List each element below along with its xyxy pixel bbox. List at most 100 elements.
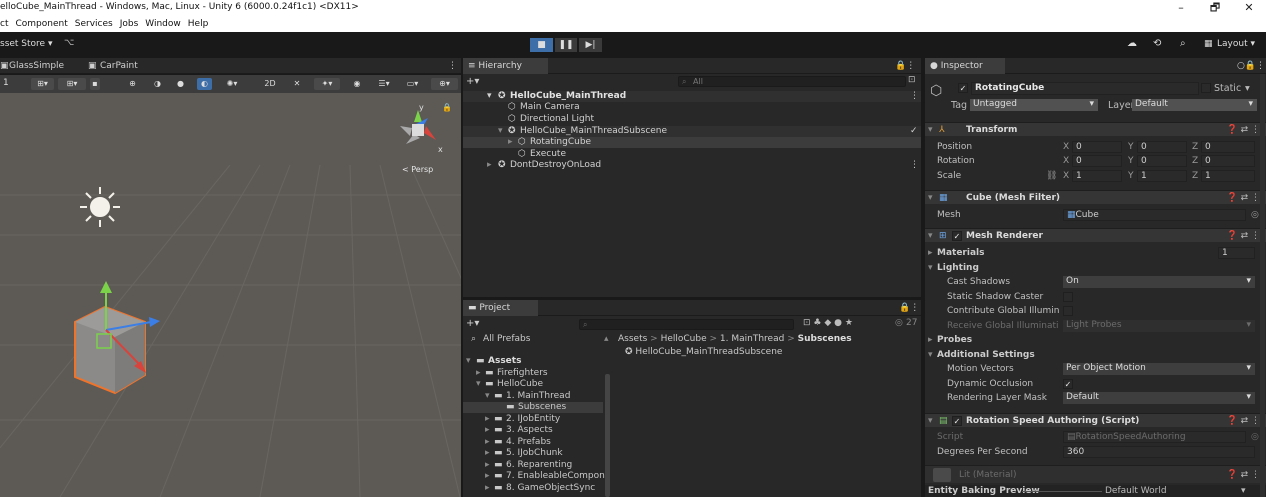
mesh-filter-header[interactable]: ▾ ▦ Cube (Mesh Filter) ❓ ⇄ ⋮ xyxy=(925,190,1266,204)
position-x-field[interactable]: 0 xyxy=(1072,141,1122,153)
foldout-arrow-icon[interactable]: ▾ xyxy=(928,123,933,137)
scale-z-field[interactable]: 1 xyxy=(1201,170,1255,182)
search-icon[interactable]: ⌕ xyxy=(1180,38,1186,49)
project-tree-item[interactable]: ▸ ▬ 2. IJobEntity xyxy=(463,414,608,425)
project-lock-icon[interactable]: 🔒⋮ xyxy=(899,300,919,316)
probes-row[interactable]: ▸ Probes xyxy=(925,333,1266,347)
project-tree-item[interactable]: ▸ ▬ 7. EnableableCompone xyxy=(463,471,608,482)
more-icon[interactable]: ⋮ xyxy=(448,58,457,74)
rendering-layer-dropdown[interactable]: Default ▾ xyxy=(1063,392,1255,404)
hierarchy-item[interactable]: ⬡ Directional Light xyxy=(463,114,921,125)
tab-car-paint[interactable]: CarPaint xyxy=(100,58,138,74)
project-tree-item[interactable]: ▸ ▬ 6. Reparenting xyxy=(463,460,608,471)
component-menu-icons[interactable]: ❓ ⇄ ⋮ xyxy=(1227,123,1260,137)
expand-arrow-icon[interactable]: ▸ xyxy=(508,137,513,148)
project-tree-item[interactable]: ▸ ▬ 4. Prefabs xyxy=(463,437,608,448)
hierarchy-item[interactable]: ▸ ⬡ RotatingCube xyxy=(463,137,921,148)
component-menu-icons[interactable]: ❓ ⇄ ⋮ xyxy=(1227,414,1260,428)
dynamic-occlusion-checkbox[interactable]: ✓ xyxy=(1063,379,1073,389)
project-tree-item[interactable]: ▸ ▬ 8. GameObjectSync xyxy=(463,483,608,494)
restore-button[interactable]: 🗗 xyxy=(1198,0,1232,16)
expand-arrow-icon[interactable]: ▸ xyxy=(485,414,490,425)
inspector-scrollbar[interactable] xyxy=(1260,74,1265,497)
cloud-icon[interactable]: ☁ xyxy=(1127,38,1137,49)
menu-component[interactable]: Component xyxy=(15,19,67,29)
history-icon[interactable]: ⟲ xyxy=(1153,38,1161,49)
menu-services[interactable]: Services xyxy=(75,19,113,29)
breadcrumb-item[interactable]: 1. MainThread xyxy=(720,334,784,344)
scale-x-field[interactable]: 1 xyxy=(1072,170,1122,182)
breadcrumb-item[interactable]: HelloCube xyxy=(661,334,707,344)
minimize-button[interactable]: – xyxy=(1164,0,1198,16)
foldout-arrow-icon[interactable]: ▾ xyxy=(928,261,933,275)
tag-dropdown[interactable]: Untagged ▾ xyxy=(970,99,1098,111)
expand-arrow-icon[interactable]: ▾ xyxy=(498,126,503,137)
visibility-icon[interactable]: ◉ xyxy=(350,78,364,90)
close-button[interactable]: ✕ xyxy=(1232,0,1266,16)
version-control-icon[interactable]: ⌥ xyxy=(64,38,74,48)
project-toolbar-icons[interactable]: ⊡ ♣ ◆ ● ★ xyxy=(803,318,853,328)
static-dropdown-arrow[interactable]: ▾ xyxy=(1245,83,1250,94)
contribute-gi-checkbox[interactable] xyxy=(1063,306,1073,316)
cast-shadows-dropdown[interactable]: On ▾ xyxy=(1063,276,1255,288)
tab-hierarchy[interactable]: ≡ Hierarchy xyxy=(463,58,548,74)
expand-arrow-icon[interactable]: ▸ xyxy=(476,368,481,379)
lock-icon[interactable]: 🔒 xyxy=(442,103,452,112)
component-menu-icons[interactable]: ❓ ⇄ ⋮ xyxy=(1227,191,1260,205)
gizmos-dropdown[interactable]: ⊕▾ xyxy=(431,78,458,90)
expand-arrow-icon[interactable]: ▸ xyxy=(485,425,490,436)
active-checkbox[interactable]: ✓ xyxy=(958,83,968,93)
object-picker-icon[interactable]: ◎ xyxy=(1251,208,1259,222)
more-icon[interactable]: ⋮ xyxy=(910,91,919,102)
rotation-speed-enabled-checkbox[interactable]: ✓ xyxy=(952,416,962,426)
expand-arrow-icon[interactable]: ▸ xyxy=(485,460,490,471)
shading-wire-icon[interactable]: ◑ xyxy=(151,78,164,90)
static-checkbox[interactable] xyxy=(1201,83,1211,93)
lighting-row[interactable]: ▾ Lighting xyxy=(925,261,1266,275)
step-button[interactable]: ▶| xyxy=(579,38,602,52)
grid-button[interactable]: ⊞▾ xyxy=(58,78,86,90)
transform-header[interactable]: ▾ ⅄ Transform ❓ ⇄ ⋮ xyxy=(925,122,1266,136)
link-icon[interactable]: ⛓ xyxy=(1046,169,1057,183)
camera-icon[interactable]: ☰▾ xyxy=(374,78,394,90)
rotation-speed-header[interactable]: ▾ ▤ ✓ Rotation Speed Authoring (Script) … xyxy=(925,413,1266,427)
breadcrumb-item[interactable]: Assets xyxy=(618,334,647,344)
project-tree-item[interactable]: ▸ ▬ 3. Aspects xyxy=(463,425,608,436)
hierarchy-item[interactable]: ⬡ Execute xyxy=(463,149,921,160)
materials-count-field[interactable]: 1 xyxy=(1218,247,1255,259)
scroll-up-icon[interactable]: ▴ xyxy=(604,334,609,345)
rotation-z-field[interactable]: 0 xyxy=(1201,155,1255,167)
tab-inspector[interactable]: ● Inspector xyxy=(925,58,1005,74)
tab-project[interactable]: ▬ Project xyxy=(463,300,538,316)
project-tree-item[interactable]: ▾ ▬ HelloCube xyxy=(463,379,608,390)
scale-y-field[interactable]: 1 xyxy=(1137,170,1187,182)
menu-jobs[interactable]: Jobs xyxy=(120,19,139,29)
position-z-field[interactable]: 0 xyxy=(1201,141,1255,153)
fx-button[interactable]: ✦▾ xyxy=(314,78,340,90)
hierarchy-item[interactable]: ▸ ✪ DontDestroyOnLoad ⋮ xyxy=(463,160,921,171)
expand-arrow-icon[interactable]: ▸ xyxy=(485,483,490,494)
degrees-per-second-field[interactable]: 360 xyxy=(1063,446,1255,458)
expand-arrow-icon[interactable]: ▾ xyxy=(466,356,471,367)
play-button[interactable]: ■ xyxy=(530,38,553,52)
tab-glass-simple[interactable]: GlassSimple xyxy=(9,58,64,74)
inspector-lock-icon[interactable]: ○🔒⋮ xyxy=(1237,58,1265,74)
subscene-checkbox[interactable]: ✓ xyxy=(910,126,918,137)
expand-arrow-icon[interactable]: ▾ xyxy=(487,91,492,102)
project-tree-item[interactable]: ▾ ▬ Assets xyxy=(463,356,608,367)
component-menu-icons[interactable]: ❓ ⇄ ⋮ xyxy=(1227,229,1260,243)
expand-arrow-icon[interactable]: ▸ xyxy=(485,437,490,448)
foldout-arrow-icon[interactable]: ▾ xyxy=(928,348,933,362)
expand-arrow-icon[interactable]: ▾ xyxy=(485,391,490,402)
project-tree-item[interactable]: ▾ ▬ 1. MainThread xyxy=(463,391,608,402)
tree-scrollbar[interactable] xyxy=(605,374,610,497)
all-prefabs-item[interactable]: All Prefabs xyxy=(483,334,530,345)
project-search-input[interactable]: ⌕ xyxy=(579,319,794,330)
expand-arrow-icon[interactable]: ▸ xyxy=(485,471,490,482)
foldout-arrow-icon[interactable]: ▸ xyxy=(928,246,933,260)
component-menu-icons[interactable]: ❓ ⇄ ⋮ xyxy=(1227,468,1260,482)
static-shadow-checkbox[interactable] xyxy=(1063,292,1073,302)
more-icon[interactable]: ⋮ xyxy=(910,160,919,171)
hierarchy-item[interactable]: ⬡ Main Camera xyxy=(463,102,921,113)
mesh-renderer-enabled-checkbox[interactable]: ✓ xyxy=(952,231,962,241)
